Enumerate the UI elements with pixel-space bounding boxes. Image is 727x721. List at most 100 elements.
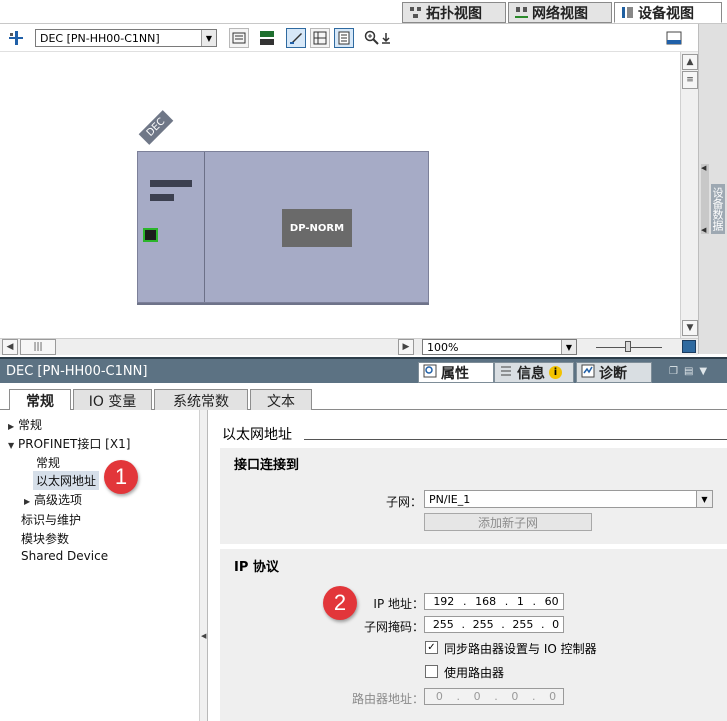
- collapse-icon[interactable]: ▼: [699, 366, 707, 378]
- subtab-texts[interactable]: 文本: [250, 389, 312, 411]
- tree-item-ethernet-address[interactable]: 以太网地址: [33, 471, 100, 490]
- sync-router-checkbox[interactable]: ✓: [425, 641, 438, 654]
- add-subnet-button[interactable]: 添加新子网: [424, 513, 592, 531]
- tree-item-advanced-options[interactable]: ▶ 高级选项: [24, 491, 82, 508]
- device-select[interactable]: DEC [PN-HH00-C1NN] ▼: [35, 29, 217, 47]
- scroll-left-icon[interactable]: ◀: [2, 339, 18, 355]
- mask-octet: 255: [512, 618, 534, 631]
- chevron-down-icon[interactable]: ▼: [201, 30, 216, 46]
- canvas-horizontal-scrollbar[interactable]: ◀ ||| ▶ 100% ▼: [0, 338, 698, 355]
- canvas-vertical-scrollbar[interactable]: ▲ ≡ ▼: [680, 52, 698, 338]
- tree-item-module-parameters[interactable]: 模块参数: [21, 530, 69, 547]
- ip-octet: 192: [433, 595, 455, 608]
- dot: .: [541, 618, 545, 631]
- rack-divider: [204, 152, 205, 302]
- diagnostics-icon: [581, 364, 595, 382]
- restore-icon[interactable]: ❐: [669, 366, 678, 378]
- subtab-io-tags[interactable]: IO 变量: [73, 389, 152, 411]
- expand-arrow-icon[interactable]: ▶: [8, 422, 18, 431]
- dot: .: [532, 690, 536, 703]
- name-icon[interactable]: [257, 28, 277, 48]
- download-arrow-icon[interactable]: [380, 28, 392, 48]
- tab-network-view[interactable]: 网络视图: [508, 2, 612, 23]
- tab-info[interactable]: 信息 i: [494, 362, 574, 383]
- side-panel-label[interactable]: 设备数据: [711, 184, 725, 234]
- overview-icon[interactable]: [229, 28, 249, 48]
- tree-item-shared-device[interactable]: Shared Device: [21, 549, 108, 563]
- tab-device-view[interactable]: 设备视图: [614, 2, 722, 23]
- panel-collapse-arrows[interactable]: ◀ ◀: [701, 164, 709, 234]
- chevron-down-icon[interactable]: ▼: [696, 491, 712, 507]
- dot: .: [501, 618, 505, 631]
- tab-label: 诊断: [599, 365, 627, 382]
- scroll-up-icon[interactable]: ▲: [682, 54, 698, 70]
- inspector-title: DEC [PN-HH00-C1NN]: [6, 364, 148, 379]
- tab-label: 属性: [441, 365, 469, 382]
- dot: .: [461, 618, 465, 631]
- tree-item-identification[interactable]: 标识与维护: [21, 511, 81, 528]
- view-tab-bar: 拓扑视图 网络视图 设备视图: [0, 0, 727, 24]
- property-content: 以太网地址 接口连接到 子网： PN/IE_1 ▼ 添加新子网 IP 协议 IP…: [208, 410, 727, 721]
- use-router-label: 使用路由器: [444, 666, 505, 680]
- ip-heading: IP 协议: [234, 560, 279, 575]
- ip-address-field[interactable]: 192. 168. 1. 60: [424, 593, 564, 610]
- ip-protocol-panel: IP 协议 IP 地址： 192. 168. 1. 60 子网掩码： 255. …: [220, 549, 727, 721]
- scroll-thumb[interactable]: |||: [20, 339, 56, 355]
- chevron-left-icon: ◀: [701, 226, 707, 234]
- module-label[interactable]: DP-NORM: [282, 209, 352, 247]
- tree-item-profinet-interface[interactable]: ▼ PROFINET接口 [X1]: [8, 435, 130, 452]
- subnet-label: 子网：: [385, 495, 422, 509]
- tab-diagnostics[interactable]: 诊断: [576, 362, 652, 383]
- grid-icon[interactable]: [310, 28, 330, 48]
- menu-icon[interactable]: ▤: [684, 366, 693, 378]
- tree-item-general[interactable]: ▶ 常规: [8, 416, 42, 433]
- property-panel-icon[interactable]: [664, 28, 684, 48]
- tab-label: 信息: [517, 365, 545, 382]
- chevron-down-icon[interactable]: ▼: [561, 340, 576, 354]
- tab-properties[interactable]: 属性: [418, 362, 494, 383]
- tree-item-interface-general[interactable]: 常规: [36, 454, 60, 471]
- subnet-mask-field[interactable]: 255. 255. 255. 0: [424, 616, 564, 633]
- property-subtabs: 常规 IO 变量 系统常数 文本: [0, 383, 727, 412]
- expand-arrow-icon[interactable]: ▶: [24, 497, 34, 506]
- subtab-system-constants[interactable]: 系统常数: [154, 389, 248, 411]
- tree-item-label: 高级选项: [34, 493, 83, 507]
- chevron-left-icon[interactable]: ◀: [201, 632, 206, 662]
- page-layout-icon[interactable]: [334, 28, 354, 48]
- device-tree-icon[interactable]: [6, 28, 26, 48]
- mask-octet: 255: [472, 618, 494, 631]
- scroll-down-icon[interactable]: ▼: [682, 320, 698, 336]
- subtab-general[interactable]: 常规: [9, 389, 71, 412]
- router-octet: 0: [473, 690, 481, 703]
- router-address-field[interactable]: 0. 0. 0. 0: [424, 688, 564, 705]
- zoom-select[interactable]: 100% ▼: [422, 339, 577, 355]
- annotation-badge-2: 2: [323, 586, 357, 620]
- subnet-value: PN/IE_1: [429, 492, 471, 506]
- info-badge-icon: i: [549, 366, 562, 379]
- sync-router-label: 同步路由器设置与 IO 控制器: [444, 642, 597, 656]
- subnet-select[interactable]: PN/IE_1 ▼: [424, 490, 713, 508]
- ip-octet: 60: [544, 595, 559, 608]
- device-select-value: DEC [PN-HH00-C1NN]: [40, 31, 160, 45]
- scroll-right-icon[interactable]: ▶: [398, 339, 414, 355]
- zoom-in-icon[interactable]: [362, 28, 382, 48]
- dot: .: [456, 690, 460, 703]
- router-octet: 0: [549, 690, 557, 703]
- tree-scrollbar[interactable]: ◀: [200, 410, 208, 721]
- tab-topology-view[interactable]: 拓扑视图: [402, 2, 506, 23]
- show-module-labels-icon[interactable]: [286, 28, 306, 48]
- router-octet: 0: [435, 690, 443, 703]
- scroll-thumb[interactable]: ≡: [682, 71, 698, 89]
- zoom-fit-icon[interactable]: [682, 340, 696, 353]
- collapse-arrow-icon[interactable]: ▼: [8, 441, 18, 450]
- use-router-checkbox[interactable]: [425, 665, 438, 678]
- annotation-badge-1: 1: [104, 460, 138, 494]
- ethernet-port-icon[interactable]: [143, 228, 158, 242]
- zoom-slider-handle[interactable]: [625, 341, 631, 352]
- dot: .: [504, 595, 509, 608]
- window-controls: ❐ ▤ ▼: [669, 366, 723, 378]
- tab-label: 网络视图: [532, 5, 588, 22]
- device-rack[interactable]: DP-NORM: [137, 151, 429, 303]
- info-list-icon: [499, 364, 513, 382]
- device-data-side-panel[interactable]: ◀ ◀ 设备数据: [698, 24, 727, 354]
